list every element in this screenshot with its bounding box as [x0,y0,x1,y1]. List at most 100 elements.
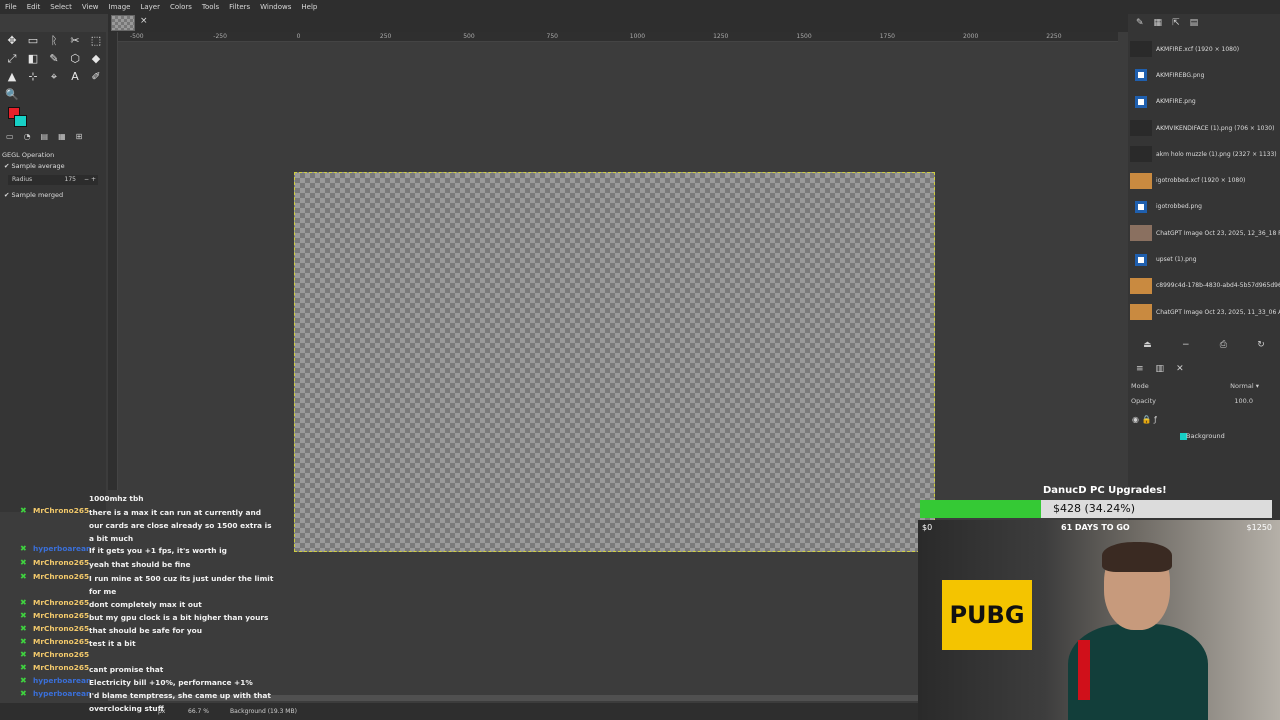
radius-spinner[interactable]: Radius 175 − + [8,175,98,185]
image-list-item[interactable]: igotrobbed.xcf (1920 × 1080) [1128,167,1280,193]
tool-icon[interactable]: ⬡ [66,50,84,67]
opacity-value[interactable]: 100.0 [1234,397,1253,405]
opacity-label: Opacity [1131,397,1157,405]
dock-tab-icons: ✎ ▦ ⇱ ▤ [1136,18,1198,28]
chat-username: MrChrono265 [33,598,90,607]
image-list-item[interactable]: AKMVIKENDIFACE (1).png (706 × 1030) [1128,115,1280,141]
close-icon[interactable]: × [140,16,148,26]
tool-options-tab-icon[interactable]: ◔ [24,132,31,146]
layer-name: Background [1186,432,1225,440]
ruler-tick-label: 250 [379,33,392,40]
layer-row[interactable]: Background [1132,431,1276,443]
image-canvas[interactable] [294,172,935,552]
image-list-item[interactable]: AKMFIRE.png [1128,89,1280,115]
tool-icon[interactable]: ⬚ [87,32,105,49]
chat-username: MrChrono265 [33,572,90,581]
goal-amount: $428 (34.24%) [1053,502,1136,515]
menu-file[interactable]: File [0,3,22,11]
image-name: c8999c4d-178b-4830-abd4-5b57d965d963 [1156,282,1280,290]
tool-icon[interactable]: ▭ [24,32,42,49]
vertical-ruler [108,32,118,490]
menu-help[interactable]: Help [296,3,322,11]
radius-stepper-buttons[interactable]: − + [84,175,96,185]
tool-options-tab-icon[interactable]: ⊞ [76,132,83,146]
background-color-swatch[interactable] [14,115,27,127]
minus-icon[interactable]: − [1182,340,1190,350]
image-name: AKMFIREBG.png [1156,71,1205,79]
tool-icon[interactable]: ᚱ [45,32,63,49]
image-list-item[interactable]: AKMFIRE.xcf (1920 × 1080) [1128,36,1280,62]
goal-title: DanucD PC Upgrades! [1043,485,1167,496]
visibility-icon[interactable]: ◉ [1132,415,1139,424]
microphone [1078,640,1090,700]
tool-icon[interactable]: ⊹ [24,68,42,85]
brush-icon[interactable]: ✎ [1136,18,1144,28]
menu-edit[interactable]: Edit [22,3,46,11]
sample-merged-checkbox[interactable]: ✔ Sample merged [4,191,63,199]
image-list-item[interactable]: ChatGPT Image Oct 23, 2025, 12_36_18 PM [1128,220,1280,246]
layers-icon[interactable]: ≡ [1136,364,1144,374]
image-name: igotrobbed.png [1156,203,1202,211]
image-name: akm holo muzzle (1).png (2327 × 1133) [1156,150,1277,158]
chat-text: that should be safe for you [89,626,203,635]
menu-tools[interactable]: Tools [197,3,224,11]
tool-icon[interactable]: ✂ [66,32,84,49]
menu-filters[interactable]: Filters [224,3,255,11]
image-name: ChatGPT Image Oct 23, 2025, 12_36_18 PM [1156,229,1280,237]
tool-icon[interactable]: ⌖ [45,68,63,85]
tool-icon[interactable]: A [66,68,84,85]
kick-badge-icon: ✖ [20,663,27,672]
effects-icon[interactable]: ƒ [1154,415,1157,424]
menu-layer[interactable]: Layer [135,3,165,11]
raise-view-icon[interactable]: ⏏ [1143,340,1152,350]
image-list-item[interactable]: upset (1).png [1128,246,1280,272]
image-tab-thumbnail[interactable] [111,15,135,31]
images-icon[interactable]: ▤ [1190,18,1199,28]
channels-icon[interactable]: ▥ [1156,364,1165,374]
layer-lock-icons: ◉ 🔒 ƒ [1132,415,1276,424]
tool-icon[interactable]: ▲ [3,68,21,85]
radius-value: 175 [64,176,76,183]
history-icon[interactable]: ⇱ [1172,18,1180,28]
tool-icon[interactable]: ⤢ [3,50,21,67]
menu-view[interactable]: View [77,3,104,11]
ruler-tick-label: 1000 [629,33,646,40]
tool-icon[interactable]: ✎ [45,50,63,67]
image-thumbnail [1130,304,1152,321]
image-list-item[interactable]: c8999c4d-178b-4830-abd4-5b57d965d963 [1128,273,1280,299]
ruler-tick-label: 2250 [1046,33,1062,40]
gegl-operation-title: GEGL Operation [2,151,55,159]
tool-options-tab-icon[interactable]: ▤ [41,132,49,146]
tool-options-tab-icon[interactable]: ▭ [6,132,14,146]
goal-min: $0 [922,523,933,532]
menu-select[interactable]: Select [45,3,77,11]
image-thumbnail [1130,277,1152,294]
tool-grid: ✥ ▭ ᚱ ✂ ⬚ ⤢ ◧ ✎ ⬡ ◆ ▲ ⊹ ⌖ A ✐ 🔍 [3,32,107,103]
paths-icon[interactable]: ✕ [1176,364,1184,374]
image-list-item[interactable]: igotrobbed.png [1128,194,1280,220]
print-icon[interactable]: ⎙ [1220,340,1227,350]
menu-windows[interactable]: Windows [255,3,296,11]
tool-icon[interactable]: ✐ [87,68,105,85]
menu-colors[interactable]: Colors [165,3,197,11]
image-list-item[interactable]: akm holo muzzle (1).png (2327 × 1133) [1128,141,1280,167]
tool-icon[interactable]: 🔍 [3,86,21,103]
kick-badge-icon: ✖ [20,572,27,581]
menu-image[interactable]: Image [104,3,136,11]
image-list-item[interactable]: AKMFIREBG.png [1128,62,1280,88]
tool-icon[interactable]: ◧ [24,50,42,67]
image-list-item[interactable]: ChatGPT Image Oct 23, 2025, 11_33_06 AM [1128,299,1280,325]
sample-average-checkbox[interactable]: ✔ Sample average [4,162,65,170]
hair [1102,542,1172,572]
refresh-icon[interactable]: ↻ [1257,340,1265,350]
menubar: File Edit Select View Image Layer Colors Tools F… [0,0,1280,14]
mode-select[interactable]: Normal ▾ [1230,382,1259,390]
tool-options-tab-icon[interactable]: ▦ [58,132,66,146]
grid-icon[interactable]: ▦ [1154,18,1163,28]
tool-icon[interactable]: ◆ [87,50,105,67]
tool-icon[interactable]: ✥ [3,32,21,49]
kick-badge-icon: ✖ [20,637,27,646]
webcam-feed: PUBG [918,520,1280,720]
chat-text: I run mine at 500 cuz its just under the… [89,574,274,596]
lock-icon[interactable]: 🔒 [1142,415,1152,424]
